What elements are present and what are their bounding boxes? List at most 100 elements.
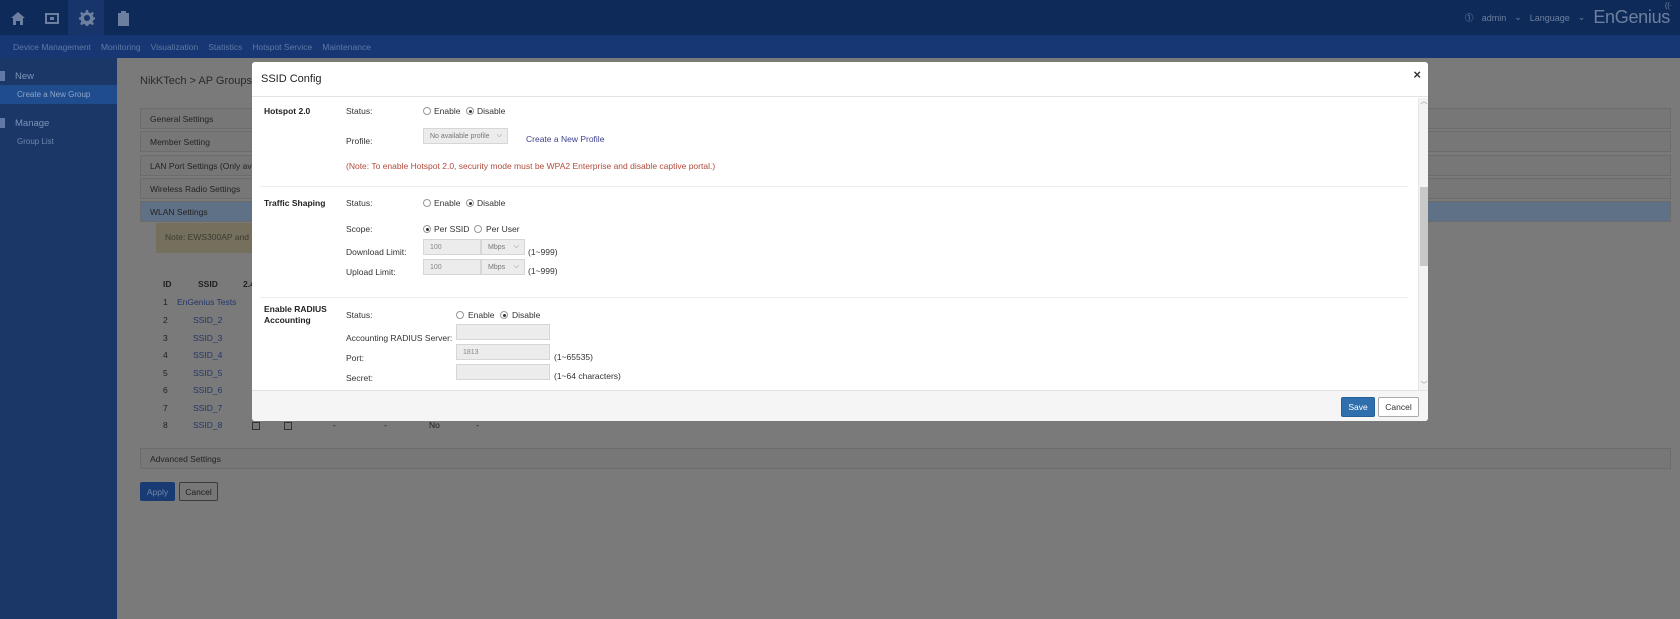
ssid-link[interactable]: SSID_8 (193, 420, 222, 430)
language-menu[interactable]: Language (1530, 13, 1570, 23)
table-row: 8 SSID_8 (163, 420, 223, 430)
radius-secret-label: Secret: (346, 373, 373, 383)
radius-enable-radio[interactable] (456, 311, 464, 319)
radius-disable-label: Disable (512, 310, 541, 320)
hotspot-status-label: Status: (346, 106, 373, 116)
save-button[interactable]: Save (1341, 397, 1375, 417)
chevron-down-icon: ⌵ (496, 132, 502, 139)
hotspot-enable-label: Enable (434, 106, 461, 116)
panel-advanced-settings[interactable]: Advanced Settings (140, 448, 1671, 469)
hotspot-note: (Note: To enable Hotspot 2.0, security m… (346, 161, 716, 171)
chevron-down-icon: ⌄ (1577, 12, 1586, 22)
ssid-link[interactable]: SSID_6 (193, 385, 222, 395)
user-menu[interactable]: admin (1482, 13, 1507, 23)
section-hotspot: Hotspot 2.0 (264, 106, 311, 116)
create-profile-link[interactable]: Create a New Profile (526, 134, 604, 144)
download-unit-select[interactable]: Mbps ⌵ (481, 239, 525, 255)
radius-secret-input[interactable] (456, 364, 550, 380)
sidebar-item-group-list[interactable]: Group List (0, 132, 117, 151)
traffic-enable-label: Enable (434, 198, 461, 208)
traffic-enable-radio[interactable] (423, 199, 431, 207)
traffic-disable-label: Disable (477, 198, 506, 208)
apply-button[interactable]: Apply (140, 482, 175, 501)
sidebar-section-new: New (0, 69, 34, 83)
row8-5ghz-checkbox[interactable] (284, 422, 292, 430)
ssid-link[interactable]: SSID_4 (193, 350, 222, 360)
row8-24ghz-checkbox[interactable] (252, 422, 260, 430)
table-row: 2 SSID_2 (163, 315, 223, 325)
radius-enable-label: Enable (468, 310, 495, 320)
dialog-cancel-button[interactable]: Cancel (1378, 397, 1419, 417)
wifi-icon: ((· (1664, 1, 1672, 10)
divider (260, 186, 1408, 187)
upload-limit-input[interactable]: 100 (423, 259, 481, 275)
download-limit-input[interactable]: 100 (423, 239, 481, 255)
secret-range-hint: (1~64 characters) (554, 371, 621, 381)
radius-status-label: Status: (346, 310, 373, 320)
nav-maintenance[interactable]: Maintenance (322, 42, 371, 52)
inbox-icon[interactable] (42, 9, 62, 27)
scroll-up-icon[interactable]: ︿ (1420, 98, 1428, 106)
brand-logo: EnGenius ((· (1593, 1, 1672, 27)
nav-device-management[interactable]: Device Management (13, 42, 91, 52)
column-id: ID (163, 279, 172, 289)
scope-per-ssid-radio[interactable] (423, 225, 431, 233)
scope-per-ssid-label: Per SSID (434, 224, 470, 234)
row8-cell: - (333, 420, 336, 430)
dialog-title: SSID Config (261, 73, 322, 85)
radius-disable-radio[interactable] (500, 311, 508, 319)
home-icon[interactable] (8, 9, 28, 27)
upload-limit-label: Upload Limit: (346, 267, 396, 277)
scroll-thumb[interactable] (1420, 187, 1428, 266)
scroll-down-icon[interactable]: ﹀ (1420, 382, 1428, 390)
table-row: 3 SSID_3 (163, 333, 223, 343)
radius-server-label: Accounting RADIUS Server: (346, 333, 453, 343)
ssid-link[interactable]: SSID_5 (193, 368, 222, 378)
close-icon[interactable]: × (1413, 67, 1421, 82)
clipboard-icon[interactable] (113, 9, 133, 27)
row8-cell: No (429, 420, 440, 430)
ssid-link[interactable]: SSID_2 (193, 315, 222, 325)
top-right-menu: ⓵ admin ⌄ Language ⌄ EnGenius ((· (1465, 0, 1673, 35)
gear-icon[interactable] (77, 9, 97, 27)
download-limit-label: Download Limit: (346, 247, 407, 257)
radius-port-label: Port: (346, 353, 364, 363)
top-bar: ⓵ admin ⌄ Language ⌄ EnGenius ((· (0, 0, 1680, 35)
profile-select[interactable]: No available profile ⌵ (423, 128, 508, 144)
upload-range-hint: (1~999) (528, 266, 558, 276)
hotspot-disable-radio[interactable] (466, 107, 474, 115)
traffic-disable-radio[interactable] (466, 199, 474, 207)
scope-per-user-radio[interactable] (474, 225, 482, 233)
user-icon[interactable]: ⓵ (1465, 11, 1474, 24)
ssid-link[interactable]: EnGenius Tests (177, 297, 236, 307)
nav-visualization[interactable]: Visualization (151, 42, 199, 52)
ssid-link[interactable]: SSID_7 (193, 403, 222, 413)
upload-unit-select[interactable]: Mbps ⌵ (481, 259, 525, 275)
hotspot-enable-radio[interactable] (423, 107, 431, 115)
chevron-down-icon: ⌵ (513, 243, 519, 250)
radius-port-input[interactable]: 1813 (456, 344, 550, 360)
scope-per-user-label: Per User (486, 224, 520, 234)
wlan-note: Note: EWS300AP and (156, 223, 256, 253)
radius-server-input[interactable] (456, 324, 550, 340)
table-row: 6 SSID_6 (163, 385, 223, 395)
hotspot-disable-label: Disable (477, 106, 506, 116)
nav-hotspot-service[interactable]: Hotspot Service (252, 42, 312, 52)
nav-monitoring[interactable]: Monitoring (101, 42, 141, 52)
nav-statistics[interactable]: Statistics (208, 42, 242, 52)
dialog-body: Hotspot 2.0 Status: Enable Disable Profi… (252, 98, 1428, 390)
port-range-hint: (1~65535) (554, 352, 593, 362)
breadcrumb: NikKTech > AP Groups (140, 75, 252, 87)
ssid-link[interactable]: SSID_3 (193, 333, 222, 343)
dialog-scrollbar[interactable]: ︿ ﹀ (1418, 98, 1428, 390)
chevron-down-icon: ⌵ (513, 263, 519, 270)
cancel-button[interactable]: Cancel (179, 482, 218, 501)
sidebar: New Create a New Group Manage Group List (0, 58, 117, 619)
sidebar-item-create-group[interactable]: Create a New Group (0, 85, 117, 104)
sidebar-section-manage: Manage (0, 116, 49, 130)
table-row: 5 SSID_5 (163, 368, 223, 378)
main-nav: Device Management Monitoring Visualizati… (0, 35, 1680, 58)
profile-label: Profile: (346, 136, 373, 146)
row8-cell: - (476, 420, 479, 430)
table-row: 4 SSID_4 (163, 350, 223, 360)
